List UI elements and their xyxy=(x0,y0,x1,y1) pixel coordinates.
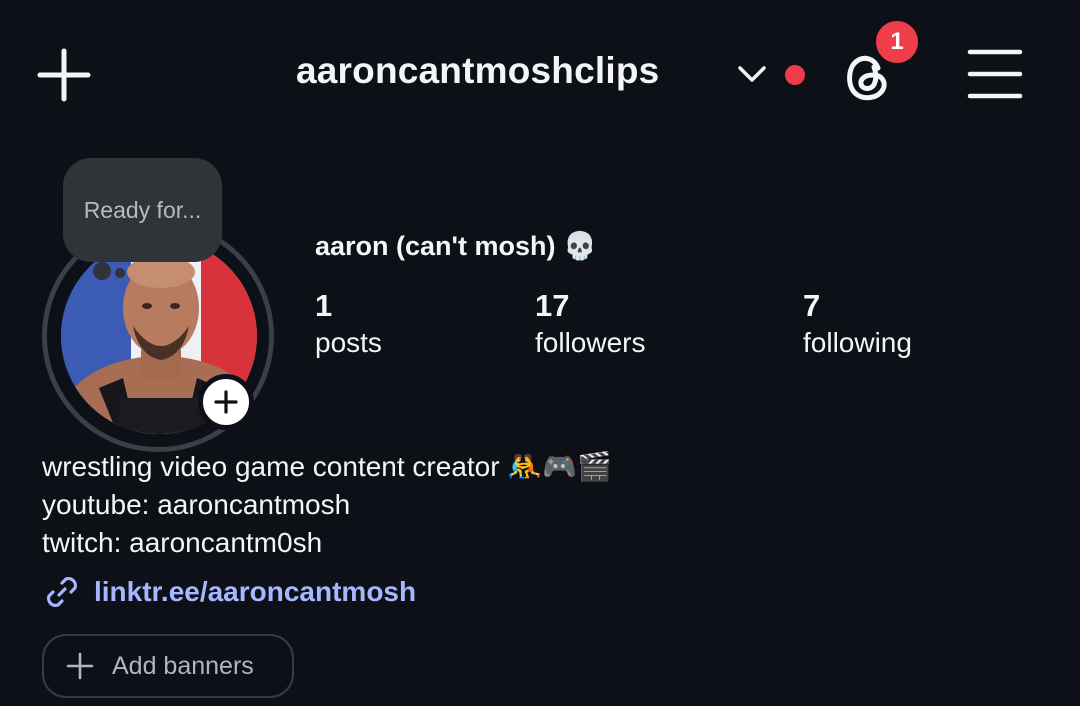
profile-page: aaroncantmoshclips 1 Ready for... aaron … xyxy=(0,0,1080,706)
note-bubble[interactable]: Ready for... xyxy=(63,158,222,262)
add-banners-label: Add banners xyxy=(112,651,254,680)
account-switcher-button[interactable] xyxy=(736,62,768,86)
bio: wrestling video game content creator 🤼🎮🎬… xyxy=(42,448,612,562)
stat-posts-label: posts xyxy=(315,327,382,358)
link-icon xyxy=(46,576,78,608)
stat-following-label: following xyxy=(803,327,912,358)
plus-icon xyxy=(66,652,94,680)
stat-following[interactable]: 7 following xyxy=(803,289,912,363)
notification-dot xyxy=(785,65,805,85)
note-text: Ready for... xyxy=(83,196,202,223)
stat-followers[interactable]: 17 followers xyxy=(535,289,645,363)
stat-followers-count: 17 xyxy=(535,288,570,323)
bio-line: twitch: aaroncantm0sh xyxy=(42,527,323,558)
note-bubble-tail xyxy=(93,262,111,280)
menu-button[interactable] xyxy=(966,48,1024,100)
threads-notification-badge: 1 xyxy=(873,18,921,66)
create-button[interactable] xyxy=(36,48,92,102)
add-story-button[interactable] xyxy=(198,374,254,430)
chevron-down-icon xyxy=(738,66,766,82)
stat-posts[interactable]: 1 posts xyxy=(315,289,382,363)
bio-line: wrestling video game content creator 🤼🎮🎬 xyxy=(42,451,612,482)
add-banners-button[interactable]: Add banners xyxy=(42,634,294,698)
note-bubble-tail-small xyxy=(115,268,125,278)
stat-following-count: 7 xyxy=(803,288,821,323)
hamburger-menu-icon xyxy=(967,49,1023,99)
bio-line: youtube: aaroncantmosh xyxy=(42,489,351,520)
stat-posts-count: 1 xyxy=(315,288,333,323)
profile-link-text: linktr.ee/aaroncantmosh xyxy=(94,576,417,607)
profile-link[interactable]: linktr.ee/aaroncantmosh xyxy=(42,572,416,612)
plus-icon xyxy=(37,48,91,102)
plus-icon xyxy=(214,390,238,414)
stat-followers-label: followers xyxy=(535,327,646,358)
display-name: aaron (can't mosh) 💀 xyxy=(315,231,597,261)
account-username[interactable]: aaroncantmoshclips xyxy=(296,50,659,92)
